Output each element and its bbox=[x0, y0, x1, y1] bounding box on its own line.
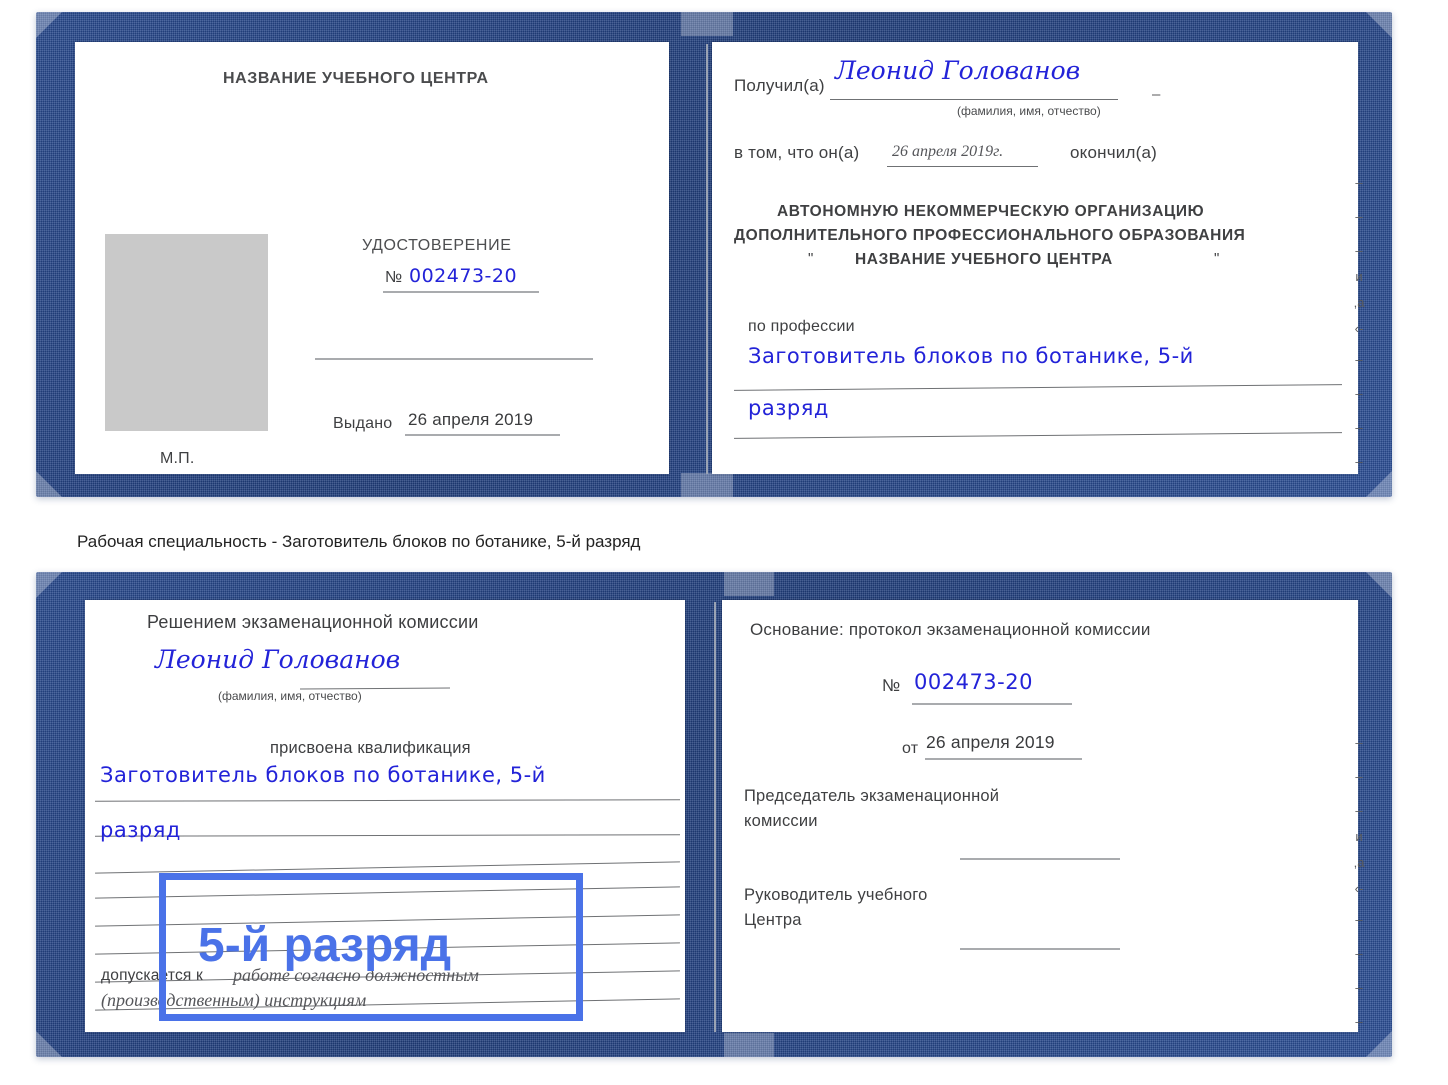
blank-rule-top-left bbox=[315, 358, 593, 360]
qualification-label: присвоена квалификация bbox=[270, 739, 471, 757]
certificate-number-rule bbox=[383, 291, 539, 293]
qualification-value-line-2: разряд bbox=[100, 818, 181, 842]
spine-notch-bottom bbox=[681, 473, 733, 497]
org-quote-close: " bbox=[1214, 250, 1220, 267]
org-line-3: НАЗВАНИЕ УЧЕБНОГО ЦЕНТРА bbox=[855, 251, 1113, 268]
issued-rule bbox=[405, 434, 560, 436]
cover-fold-bottom-right-icon bbox=[1366, 471, 1392, 497]
clipped-char-b4: ,а bbox=[1353, 855, 1365, 870]
clipped-char-4: ,а bbox=[1353, 295, 1365, 310]
issued-label: Выдано bbox=[333, 415, 393, 432]
profession-rule-1 bbox=[734, 384, 1342, 391]
clipped-char-b8: – bbox=[1355, 980, 1363, 995]
protocol-date-value: 26 апреля 2019 bbox=[926, 732, 1055, 752]
cover-fold-top-left-icon bbox=[36, 12, 62, 38]
that-he-rule bbox=[887, 166, 1038, 167]
org-line-1: АВТОНОМНУЮ НЕКОММЕРЧЕСКУЮ ОРГАНИЗАЦИЮ bbox=[777, 203, 1205, 220]
spine-notch-top bbox=[681, 12, 733, 36]
org-title-top-left: НАЗВАНИЕ УЧЕБНОГО ЦЕНТРА bbox=[223, 70, 489, 87]
profession-value-line-2: разряд bbox=[748, 396, 829, 420]
ruled-line-2 bbox=[94, 834, 681, 837]
basis-label: Основание: протокол экзаменационной коми… bbox=[750, 620, 1151, 639]
spine-fold-line-top bbox=[706, 44, 708, 474]
cover-fold-bottom-right-icon-2 bbox=[1366, 1031, 1392, 1057]
org-line-2: ДОПОЛНИТЕЛЬНОГО ПРОФЕССИОНАЛЬНОГО ОБРАЗО… bbox=[734, 227, 1246, 244]
received-label: Получил(а) bbox=[734, 76, 825, 95]
clipped-char-9: – bbox=[1355, 454, 1363, 469]
page-caption: Рабочая специальность - Заготовитель бло… bbox=[77, 532, 641, 551]
clipped-char-b3: и bbox=[1355, 829, 1363, 844]
certificate-number-value: 002473-20 bbox=[409, 265, 518, 287]
decision-title: Решением экзаменационной комиссии bbox=[147, 612, 479, 632]
received-value: Леонид Голованов bbox=[835, 56, 1081, 85]
cover-fold-top-left-icon-2 bbox=[36, 572, 62, 598]
highlight-label: 5-й разряд bbox=[198, 919, 452, 972]
protocol-date-prefix: от bbox=[902, 740, 919, 757]
candidate-name-value: Леонид Голованов bbox=[155, 645, 401, 674]
head-label-line-2: Центра bbox=[744, 911, 802, 929]
certificate-number-prefix: № bbox=[385, 269, 403, 286]
clipped-char-b1: – bbox=[1355, 769, 1363, 784]
fio-hint-top: (фамилия, имя, отчество) bbox=[957, 104, 1101, 118]
spine-notch-top-2 bbox=[724, 572, 774, 596]
clipped-char-7: – bbox=[1355, 386, 1363, 401]
clipped-char-3: и bbox=[1355, 269, 1363, 284]
qualification-value-line-1: Заготовитель блоков по ботанике, 5-й bbox=[100, 763, 546, 787]
spine-fold-line-bottom bbox=[714, 602, 716, 1032]
chairman-label-line-1: Председатель экзаменационной bbox=[744, 787, 1000, 805]
profession-value-line-1: Заготовитель блоков по ботанике, 5-й bbox=[748, 344, 1194, 368]
dash-mark-top: – bbox=[1152, 86, 1161, 103]
profession-label: по профессии bbox=[748, 318, 855, 335]
that-he-label: в том, что он(а) bbox=[734, 143, 860, 162]
finished-label: окончил(а) bbox=[1070, 143, 1157, 162]
clipped-text-column-bottom: – – – и ,а ‹- – – – – bbox=[1348, 735, 1370, 1029]
clipped-char-1: – bbox=[1355, 209, 1363, 224]
chairman-signature-rule bbox=[960, 858, 1120, 860]
head-signature-rule bbox=[960, 948, 1120, 950]
doc-type-label: УДОСТОВЕРЕНИЕ bbox=[362, 237, 512, 254]
clipped-char-b0: – bbox=[1355, 735, 1363, 750]
protocol-number-prefix: № bbox=[882, 676, 901, 695]
head-label-line-1: Руководитель учебного bbox=[744, 886, 928, 904]
ruled-line-1 bbox=[94, 799, 681, 802]
certificate-bottom-right-page: Основание: протокол экзаменационной коми… bbox=[722, 600, 1358, 1032]
clipped-char-b2: – bbox=[1355, 803, 1363, 818]
photo-placeholder bbox=[105, 234, 268, 431]
certificate-top-right-page: Получил(а) Леонид Голованов (фамилия, им… bbox=[712, 42, 1358, 474]
cover-fold-top-right-icon bbox=[1366, 12, 1392, 38]
clipped-char-6: – bbox=[1355, 352, 1363, 367]
cover-fold-top-right-icon-2 bbox=[1366, 572, 1392, 598]
seal-label: М.П. bbox=[160, 450, 195, 467]
cover-fold-bottom-left-icon-2 bbox=[36, 1031, 62, 1057]
clipped-char-b7: – bbox=[1355, 946, 1363, 961]
issued-value: 26 апреля 2019 bbox=[408, 410, 534, 429]
clipped-char-8: – bbox=[1355, 420, 1363, 435]
spine-notch-bottom-2 bbox=[724, 1033, 774, 1057]
clipped-char-5: ‹- bbox=[1354, 321, 1364, 336]
protocol-number-value: 002473-20 bbox=[914, 670, 1033, 694]
protocol-date-rule bbox=[925, 758, 1082, 760]
screenshot-root: НАЗВАНИЕ УЧЕБНОГО ЦЕНТРА УДОСТОВЕРЕНИЕ №… bbox=[0, 0, 1448, 1085]
that-he-value: 26 апреля 2019г. bbox=[892, 143, 1004, 160]
clipped-char-b5: ‹- bbox=[1354, 881, 1364, 896]
protocol-number-rule bbox=[912, 703, 1072, 705]
clipped-char-b9: – bbox=[1355, 1014, 1363, 1029]
clipped-text-column-top: – – – и ,а ‹- – – – – bbox=[1348, 175, 1370, 469]
certificate-top-left-page: НАЗВАНИЕ УЧЕБНОГО ЦЕНТРА УДОСТОВЕРЕНИЕ №… bbox=[75, 42, 669, 474]
clipped-char-2: – bbox=[1355, 243, 1363, 258]
org-quote-open: " bbox=[808, 250, 814, 267]
chairman-label-line-2: комиссии bbox=[744, 812, 818, 830]
clipped-char-0: – bbox=[1355, 175, 1363, 190]
profession-rule-2 bbox=[734, 432, 1342, 439]
fio-hint-bottom: (фамилия, имя, отчество) bbox=[218, 689, 362, 703]
cover-fold-bottom-left-icon bbox=[36, 471, 62, 497]
received-rule bbox=[830, 99, 1118, 100]
clipped-char-b6: – bbox=[1355, 912, 1363, 927]
ruled-line-3 bbox=[95, 861, 680, 874]
